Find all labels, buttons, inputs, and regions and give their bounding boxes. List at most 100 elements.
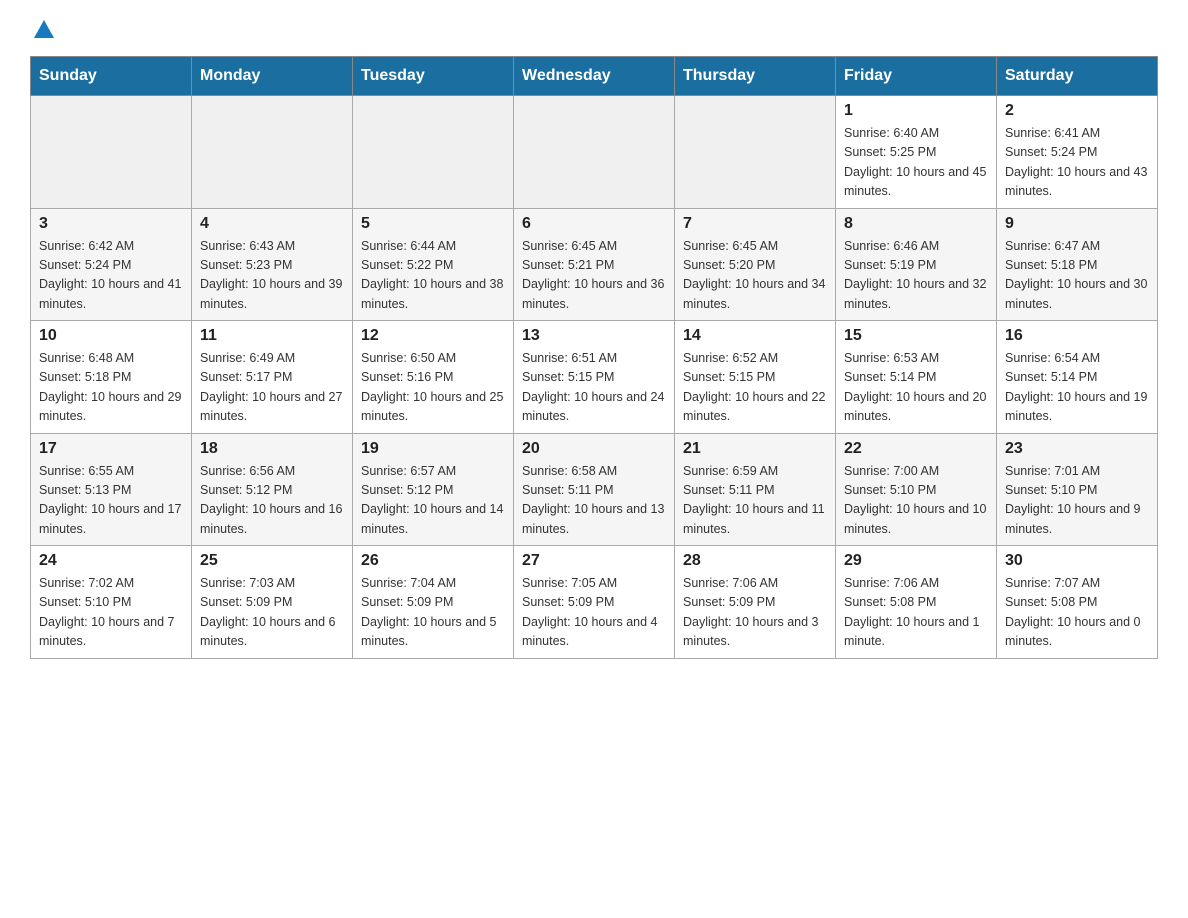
calendar-cell: 4 Sunrise: 6:43 AMSunset: 5:23 PMDaylight… (192, 208, 353, 321)
calendar-cell: 26Sunrise: 7:04 AMSunset: 5:09 PMDayligh… (353, 546, 514, 659)
day-info: Sunrise: 7:02 AMSunset: 5:10 PMDaylight:… (39, 574, 183, 652)
day-number: 1 (844, 102, 988, 120)
day-info: Sunrise: 6:45 AMSunset: 5:20 PMDaylight:… (683, 237, 827, 315)
calendar-cell: 25 Sunrise: 7:03 AMSunset: 5:09 PMDayligh… (192, 546, 353, 659)
day-info: Sunrise: 6:52 AMSunset: 5:15 PMDaylight:… (683, 349, 827, 427)
day-number: 9 (1005, 215, 1149, 233)
calendar-week-row: 1Sunrise: 6:40 AMSunset: 5:25 PMDaylight… (31, 96, 1158, 209)
calendar-cell: 8Sunrise: 6:46 AMSunset: 5:19 PMDaylight… (836, 208, 997, 321)
day-info: Sunrise: 6:57 AMSunset: 5:12 PMDaylight:… (361, 462, 505, 540)
calendar-week-row: 3 Sunrise: 6:42 AMSunset: 5:24 PMDaylight… (31, 208, 1158, 321)
weekday-header-sunday: Sunday (31, 57, 192, 96)
calendar-cell (675, 96, 836, 209)
day-info: Sunrise: 6:55 AMSunset: 5:13 PMDaylight:… (39, 462, 183, 540)
calendar-cell: 14 Sunrise: 6:52 AMSunset: 5:15 PMDayligh… (675, 321, 836, 434)
calendar-cell: 7 Sunrise: 6:45 AMSunset: 5:20 PMDaylight… (675, 208, 836, 321)
day-number: 25 (200, 552, 344, 570)
calendar-cell: 16 Sunrise: 6:54 AMSunset: 5:14 PMDayligh… (997, 321, 1158, 434)
calendar-cell: 18 Sunrise: 6:56 AMSunset: 5:12 PMDayligh… (192, 433, 353, 546)
day-number: 29 (844, 552, 988, 570)
calendar-cell: 12 Sunrise: 6:50 AMSunset: 5:16 PMDayligh… (353, 321, 514, 434)
weekday-header-saturday: Saturday (997, 57, 1158, 96)
day-info: Sunrise: 6:45 AMSunset: 5:21 PMDaylight:… (522, 237, 666, 315)
day-info: Sunrise: 6:44 AMSunset: 5:22 PMDaylight:… (361, 237, 505, 315)
day-number: 18 (200, 440, 344, 458)
weekday-header-friday: Friday (836, 57, 997, 96)
calendar-cell: 20 Sunrise: 6:58 AMSunset: 5:11 PMDayligh… (514, 433, 675, 546)
day-number: 17 (39, 440, 183, 458)
calendar-cell: 22 Sunrise: 7:00 AMSunset: 5:10 PMDayligh… (836, 433, 997, 546)
day-number: 11 (200, 327, 344, 345)
day-info: Sunrise: 7:00 AMSunset: 5:10 PMDaylight:… (844, 462, 988, 540)
day-number: 22 (844, 440, 988, 458)
day-info: Sunrise: 6:48 AMSunset: 5:18 PMDaylight:… (39, 349, 183, 427)
day-info: Sunrise: 6:47 AMSunset: 5:18 PMDaylight:… (1005, 237, 1149, 315)
calendar-cell: 17 Sunrise: 6:55 AMSunset: 5:13 PMDayligh… (31, 433, 192, 546)
calendar-cell (192, 96, 353, 209)
weekday-header-tuesday: Tuesday (353, 57, 514, 96)
day-info: Sunrise: 6:54 AMSunset: 5:14 PMDaylight:… (1005, 349, 1149, 427)
logo-triangle-icon (34, 20, 54, 38)
day-info: Sunrise: 6:56 AMSunset: 5:12 PMDaylight:… (200, 462, 344, 540)
day-info: Sunrise: 6:43 AMSunset: 5:23 PMDaylight:… (200, 237, 344, 315)
calendar-cell: 30Sunrise: 7:07 AMSunset: 5:08 PMDayligh… (997, 546, 1158, 659)
calendar-cell: 2 Sunrise: 6:41 AMSunset: 5:24 PMDaylight… (997, 96, 1158, 209)
day-number: 10 (39, 327, 183, 345)
calendar-cell: 1Sunrise: 6:40 AMSunset: 5:25 PMDaylight… (836, 96, 997, 209)
day-info: Sunrise: 6:41 AMSunset: 5:24 PMDaylight:… (1005, 124, 1149, 202)
day-info: Sunrise: 7:03 AMSunset: 5:09 PMDaylight:… (200, 574, 344, 652)
day-number: 7 (683, 215, 827, 233)
day-number: 20 (522, 440, 666, 458)
calendar-cell: 13Sunrise: 6:51 AMSunset: 5:15 PMDayligh… (514, 321, 675, 434)
day-number: 23 (1005, 440, 1149, 458)
calendar-cell: 24 Sunrise: 7:02 AMSunset: 5:10 PMDayligh… (31, 546, 192, 659)
day-info: Sunrise: 6:50 AMSunset: 5:16 PMDaylight:… (361, 349, 505, 427)
page-header (30, 20, 1158, 40)
calendar-cell: 10 Sunrise: 6:48 AMSunset: 5:18 PMDayligh… (31, 321, 192, 434)
day-number: 28 (683, 552, 827, 570)
day-info: Sunrise: 7:05 AMSunset: 5:09 PMDaylight:… (522, 574, 666, 652)
calendar-cell: 11 Sunrise: 6:49 AMSunset: 5:17 PMDayligh… (192, 321, 353, 434)
day-number: 16 (1005, 327, 1149, 345)
weekday-header-wednesday: Wednesday (514, 57, 675, 96)
calendar-week-row: 17 Sunrise: 6:55 AMSunset: 5:13 PMDayligh… (31, 433, 1158, 546)
day-info: Sunrise: 6:51 AMSunset: 5:15 PMDaylight:… (522, 349, 666, 427)
calendar-cell: 23 Sunrise: 7:01 AMSunset: 5:10 PMDayligh… (997, 433, 1158, 546)
day-info: Sunrise: 7:04 AMSunset: 5:09 PMDaylight:… (361, 574, 505, 652)
calendar-cell (31, 96, 192, 209)
day-number: 24 (39, 552, 183, 570)
day-number: 5 (361, 215, 505, 233)
calendar-week-row: 24 Sunrise: 7:02 AMSunset: 5:10 PMDayligh… (31, 546, 1158, 659)
day-number: 2 (1005, 102, 1149, 120)
day-number: 3 (39, 215, 183, 233)
day-number: 6 (522, 215, 666, 233)
calendar-cell: 19 Sunrise: 6:57 AMSunset: 5:12 PMDayligh… (353, 433, 514, 546)
day-number: 19 (361, 440, 505, 458)
weekday-header-thursday: Thursday (675, 57, 836, 96)
calendar-cell: 6 Sunrise: 6:45 AMSunset: 5:21 PMDaylight… (514, 208, 675, 321)
day-number: 12 (361, 327, 505, 345)
calendar-cell: 21Sunrise: 6:59 AMSunset: 5:11 PMDayligh… (675, 433, 836, 546)
day-info: Sunrise: 7:06 AMSunset: 5:08 PMDaylight:… (844, 574, 988, 652)
calendar-table: SundayMondayTuesdayWednesdayThursdayFrid… (30, 56, 1158, 659)
calendar-cell (353, 96, 514, 209)
day-number: 15 (844, 327, 988, 345)
calendar-cell: 27 Sunrise: 7:05 AMSunset: 5:09 PMDayligh… (514, 546, 675, 659)
calendar-cell: 3 Sunrise: 6:42 AMSunset: 5:24 PMDaylight… (31, 208, 192, 321)
weekday-header-monday: Monday (192, 57, 353, 96)
day-info: Sunrise: 6:58 AMSunset: 5:11 PMDaylight:… (522, 462, 666, 540)
calendar-week-row: 10 Sunrise: 6:48 AMSunset: 5:18 PMDayligh… (31, 321, 1158, 434)
day-info: Sunrise: 7:01 AMSunset: 5:10 PMDaylight:… (1005, 462, 1149, 540)
calendar-cell: 29 Sunrise: 7:06 AMSunset: 5:08 PMDayligh… (836, 546, 997, 659)
day-number: 4 (200, 215, 344, 233)
calendar-cell: 15Sunrise: 6:53 AMSunset: 5:14 PMDayligh… (836, 321, 997, 434)
day-info: Sunrise: 7:06 AMSunset: 5:09 PMDaylight:… (683, 574, 827, 652)
day-number: 14 (683, 327, 827, 345)
day-number: 27 (522, 552, 666, 570)
day-info: Sunrise: 6:46 AMSunset: 5:19 PMDaylight:… (844, 237, 988, 315)
day-number: 21 (683, 440, 827, 458)
logo (30, 20, 56, 40)
day-info: Sunrise: 6:42 AMSunset: 5:24 PMDaylight:… (39, 237, 183, 315)
day-number: 30 (1005, 552, 1149, 570)
day-info: Sunrise: 6:49 AMSunset: 5:17 PMDaylight:… (200, 349, 344, 427)
